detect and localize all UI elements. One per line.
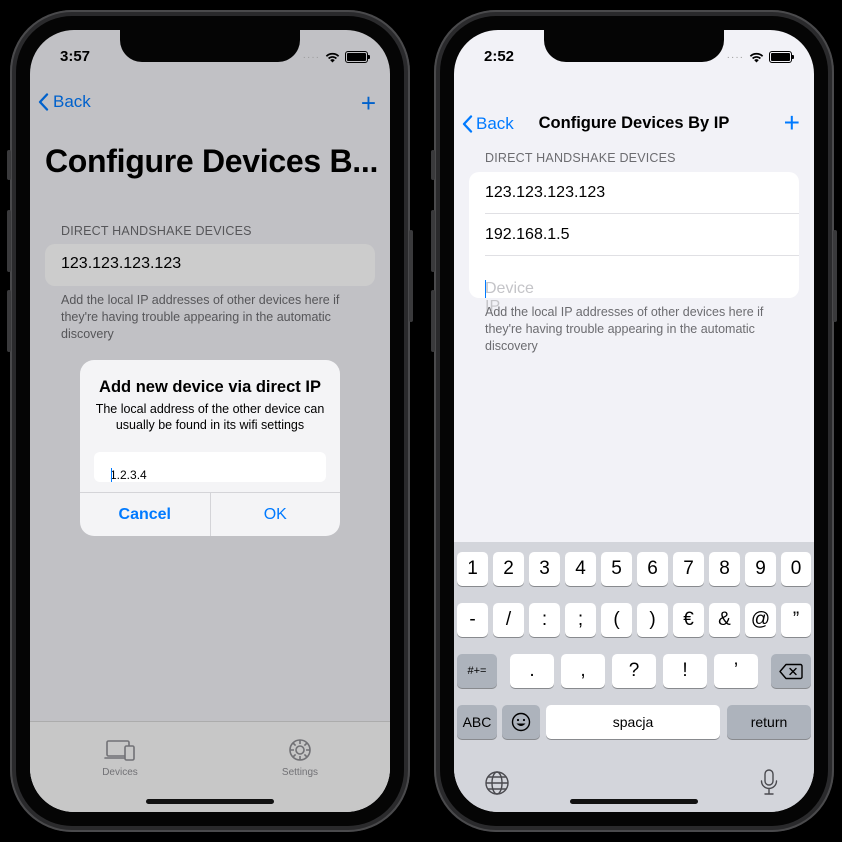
key-at[interactable]: @ <box>745 603 776 637</box>
globe-icon <box>485 771 509 795</box>
signal-icon: ···· <box>302 51 320 63</box>
key-3[interactable]: 3 <box>529 552 560 586</box>
ip-input[interactable]: 1.2.3.4 <box>94 452 326 482</box>
section-header: DIRECT HANDSHAKE DEVICES <box>485 151 676 165</box>
key-colon[interactable]: : <box>529 603 560 637</box>
alert-message: The local address of the other device ca… <box>95 402 325 432</box>
key-9[interactable]: 9 <box>745 552 776 586</box>
key-quote[interactable]: ” <box>781 603 811 637</box>
key-4[interactable]: 4 <box>565 552 596 586</box>
alert-title: Add new device via direct IP <box>99 378 321 396</box>
keyboard: 1 2 3 4 5 6 7 8 9 0 - / : ; ( ) € & @ ” … <box>454 542 814 812</box>
page-title: Configure Devices By IP <box>538 114 730 132</box>
cancel-button[interactable]: Cancel <box>80 493 211 536</box>
key-8[interactable]: 8 <box>709 552 740 586</box>
status-time: 2:52 <box>484 48 515 65</box>
key-euro[interactable]: € <box>673 603 704 637</box>
key-question[interactable]: ? <box>612 654 656 688</box>
left-phone: 3:57 ···· Back + Configure Devices B... <box>7 10 413 832</box>
device-ip: 123.123.123.123 <box>485 184 606 201</box>
home-indicator <box>570 799 698 804</box>
right-phone: 2:52 ···· Back Configure Devices By IP + <box>431 10 837 832</box>
device-row[interactable]: 192.168.1.5 <box>485 214 799 256</box>
key-1[interactable]: 1 <box>457 552 488 586</box>
key-close-paren[interactable]: ) <box>637 603 668 637</box>
key-slash[interactable]: / <box>493 603 524 637</box>
key-hyphen[interactable]: - <box>457 603 488 637</box>
ok-button[interactable]: OK <box>211 493 341 536</box>
signal-icon: ···· <box>726 51 744 63</box>
dictation-button[interactable] <box>759 768 779 803</box>
device-ip-input[interactable]: Device IP <box>485 256 799 315</box>
wifi-icon <box>325 52 340 62</box>
status-time: 3:57 <box>60 48 91 65</box>
key-period[interactable]: . <box>510 654 554 688</box>
delete-key[interactable] <box>771 654 811 688</box>
abc-key[interactable]: ABC <box>457 705 497 739</box>
add-button[interactable]: + <box>784 107 800 139</box>
key-2[interactable]: 2 <box>493 552 524 586</box>
key-semicolon[interactable]: ; <box>565 603 596 637</box>
key-7[interactable]: 7 <box>673 552 704 586</box>
key-5[interactable]: 5 <box>601 552 632 586</box>
left-screen: 3:57 ···· Back + Configure Devices B... <box>30 30 390 812</box>
device-list: 123.123.123.123 192.168.1.5 Device IP <box>469 172 799 315</box>
nav-bar: Back Configure Devices By IP + <box>454 104 814 148</box>
key-apostrophe[interactable]: ’ <box>714 654 758 688</box>
space-key[interactable]: spacja <box>546 705 720 739</box>
globe-button[interactable] <box>484 770 510 801</box>
device-ip: 192.168.1.5 <box>485 226 570 243</box>
ip-input-value: 1.2.3.4 <box>110 468 147 482</box>
battery-icon <box>345 51 370 63</box>
backspace-icon <box>779 663 803 679</box>
wifi-icon <box>749 52 764 62</box>
alert-dialog: Add new device via direct IP The local a… <box>80 360 340 536</box>
device-row[interactable]: 123.123.123.123 <box>485 172 799 214</box>
text-caret <box>111 468 112 482</box>
return-key[interactable]: return <box>727 705 811 739</box>
emoji-key[interactable] <box>502 705 540 739</box>
microphone-icon <box>760 769 778 795</box>
key-open-paren[interactable]: ( <box>601 603 632 637</box>
key-comma[interactable]: , <box>561 654 605 688</box>
home-indicator <box>146 799 274 804</box>
symbols-toggle-key[interactable]: #+= <box>457 654 497 688</box>
section-footer: Add the local IP addresses of other devi… <box>485 305 764 353</box>
key-ampersand[interactable]: & <box>709 603 740 637</box>
emoji-icon <box>511 712 531 732</box>
key-6[interactable]: 6 <box>637 552 668 586</box>
battery-icon <box>769 51 794 63</box>
key-0[interactable]: 0 <box>781 552 811 586</box>
right-screen: 2:52 ···· Back Configure Devices By IP + <box>454 30 814 812</box>
key-exclamation[interactable]: ! <box>663 654 707 688</box>
